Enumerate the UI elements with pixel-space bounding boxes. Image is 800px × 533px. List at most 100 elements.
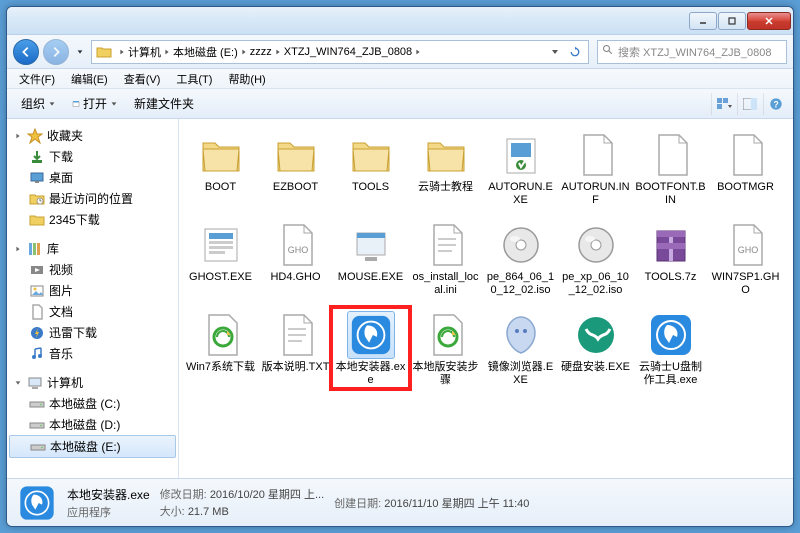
file-item[interactable]: AUTORUN.EXE: [483, 129, 558, 219]
file-item[interactable]: TOOLS.7z: [633, 219, 708, 309]
gho-icon: GHO: [272, 221, 320, 269]
refresh-icon[interactable]: [566, 43, 584, 61]
download-icon: [29, 149, 45, 165]
search-icon: [602, 44, 614, 59]
nav-history-dropdown[interactable]: [73, 39, 87, 65]
close-button[interactable]: [747, 12, 791, 30]
sidebar-item-thunder[interactable]: 迅雷下载: [7, 322, 178, 343]
sidebar-item-drive-e[interactable]: 本地磁盘 (E:): [9, 435, 176, 458]
search-placeholder: 搜索 XTZJ_WIN764_ZJB_0808: [618, 44, 771, 60]
file-label: MOUSE.EXE: [336, 271, 405, 284]
file-item[interactable]: GHOST.EXE: [183, 219, 258, 309]
exe-ghost-icon: [197, 221, 245, 269]
file-item[interactable]: Win7系统下载: [183, 309, 258, 399]
menu-file[interactable]: 文件(F): [11, 71, 63, 87]
sidebar-item-music[interactable]: 音乐: [7, 343, 178, 364]
sidebar-item-documents[interactable]: 文档: [7, 301, 178, 322]
file-label: 本地版安装步骤: [408, 361, 483, 386]
menu-edit[interactable]: 编辑(E): [63, 71, 116, 87]
file-item[interactable]: pe_864_06_10_12_02.iso: [483, 219, 558, 309]
exe-diskinst-icon: [572, 311, 620, 359]
maximize-button[interactable]: [718, 12, 746, 30]
minimize-button[interactable]: [689, 12, 717, 30]
svg-text:GHO: GHO: [287, 245, 308, 255]
svg-text:?: ?: [773, 99, 778, 109]
file-label: TOOLS: [350, 181, 391, 194]
breadcrumb-item[interactable]: zzzz: [250, 46, 272, 58]
file-item[interactable]: 本地版安装步骤: [408, 309, 483, 399]
iso-icon: [497, 221, 545, 269]
addr-dropdown-icon[interactable]: [546, 43, 564, 61]
file-list[interactable]: BOOT EZBOOT TOOLS 云骑士教程 AUTORUN.EXEAUTORUN.I…: [179, 119, 793, 478]
selected-type: 应用程序: [67, 504, 150, 520]
forward-button[interactable]: [43, 39, 69, 65]
file-item[interactable]: BOOTFONT.BIN: [633, 129, 708, 219]
sidebar-item-drive-c[interactable]: 本地磁盘 (C:): [7, 393, 178, 414]
menu-help[interactable]: 帮助(H): [220, 71, 273, 87]
selected-file-icon: [17, 483, 57, 523]
library-icon: [27, 241, 43, 257]
file-label: 云骑士U盘制作工具.exe: [633, 361, 708, 386]
back-button[interactable]: [13, 39, 39, 65]
file-item[interactable]: AUTORUN.INF: [558, 129, 633, 219]
open-button[interactable]: 打开: [64, 93, 126, 114]
sidebar-computer-header[interactable]: 计算机: [7, 372, 178, 393]
folder-icon: [422, 131, 470, 179]
file-label: 云骑士教程: [416, 181, 475, 194]
breadcrumb-item[interactable]: 本地磁盘 (E:): [173, 44, 238, 60]
file-item[interactable]: 云骑士U盘制作工具.exe: [633, 309, 708, 399]
sidebar-item-2345[interactable]: 2345下载: [7, 209, 178, 230]
sidebar-item-pictures[interactable]: 图片: [7, 280, 178, 301]
file-item[interactable]: os_install_local.ini: [408, 219, 483, 309]
file-item[interactable]: BOOT: [183, 129, 258, 219]
address-bar[interactable]: 计算机 本地磁盘 (E:) zzzz XTZJ_WIN764_ZJB_0808: [91, 40, 589, 64]
file-item[interactable]: 云骑士教程: [408, 129, 483, 219]
menubar: 文件(F) 编辑(E) 查看(V) 工具(T) 帮助(H): [7, 69, 793, 89]
file-label: 版本说明.TXT: [260, 361, 332, 374]
file-item[interactable]: EZBOOT: [258, 129, 333, 219]
file-label: BOOTMGR: [715, 181, 776, 194]
sidebar-favorites-header[interactable]: 收藏夹: [7, 125, 178, 146]
breadcrumb-item[interactable]: XTZJ_WIN764_ZJB_0808: [284, 46, 412, 58]
video-icon: [29, 262, 45, 278]
sidebar-item-desktop[interactable]: 桌面: [7, 167, 178, 188]
file-label: 镜像浏览器.EXE: [483, 361, 558, 386]
file-item[interactable]: MOUSE.EXE: [333, 219, 408, 309]
sidebar-item-drive-d[interactable]: 本地磁盘 (D:): [7, 414, 178, 435]
file-item[interactable]: 镜像浏览器.EXE: [483, 309, 558, 399]
file-item[interactable]: GHOWIN7SP1.GHO: [708, 219, 783, 309]
menu-tools[interactable]: 工具(T): [168, 71, 220, 87]
sidebar-item-downloads[interactable]: 下载: [7, 146, 178, 167]
toolbar: 组织 打开 新建文件夹 ?: [7, 89, 793, 119]
preview-pane-icon[interactable]: [737, 93, 761, 115]
txt-icon: [272, 311, 320, 359]
sidebar-item-recent[interactable]: 最近访问的位置: [7, 188, 178, 209]
iso-icon: [572, 221, 620, 269]
file-item[interactable]: TOOLS: [333, 129, 408, 219]
explorer-window: 计算机 本地磁盘 (E:) zzzz XTZJ_WIN764_ZJB_0808 …: [6, 6, 794, 527]
desktop-icon: [29, 170, 45, 186]
help-icon[interactable]: ?: [763, 93, 787, 115]
file-item[interactable]: 硬盘安装.EXE: [558, 309, 633, 399]
organize-button[interactable]: 组织: [13, 93, 64, 114]
file-item[interactable]: BOOTMGR: [708, 129, 783, 219]
file-item[interactable]: GHOHD4.GHO: [258, 219, 333, 309]
sidebar-item-videos[interactable]: 视频: [7, 259, 178, 280]
breadcrumb-item[interactable]: 计算机: [128, 44, 161, 60]
file-item[interactable]: 版本说明.TXT: [258, 309, 333, 399]
folder-icon: [29, 212, 45, 228]
file-item[interactable]: 本地安装器.exe: [333, 309, 408, 399]
new-folder-button[interactable]: 新建文件夹: [126, 93, 202, 114]
file-item[interactable]: pe_xp_06_10_12_02.iso: [558, 219, 633, 309]
menu-view[interactable]: 查看(V): [116, 71, 169, 87]
file-label: pe_xp_06_10_12_02.iso: [558, 271, 633, 296]
gho-icon: GHO: [722, 221, 770, 269]
folder-icon: [96, 44, 112, 60]
view-options-icon[interactable]: [711, 93, 735, 115]
sidebar-libraries-header[interactable]: 库: [7, 238, 178, 259]
svg-text:GHO: GHO: [737, 245, 758, 255]
recent-icon: [29, 191, 45, 207]
drive-icon: [30, 439, 46, 455]
search-box[interactable]: 搜索 XTZJ_WIN764_ZJB_0808: [597, 40, 787, 64]
file-label: EZBOOT: [271, 181, 320, 194]
